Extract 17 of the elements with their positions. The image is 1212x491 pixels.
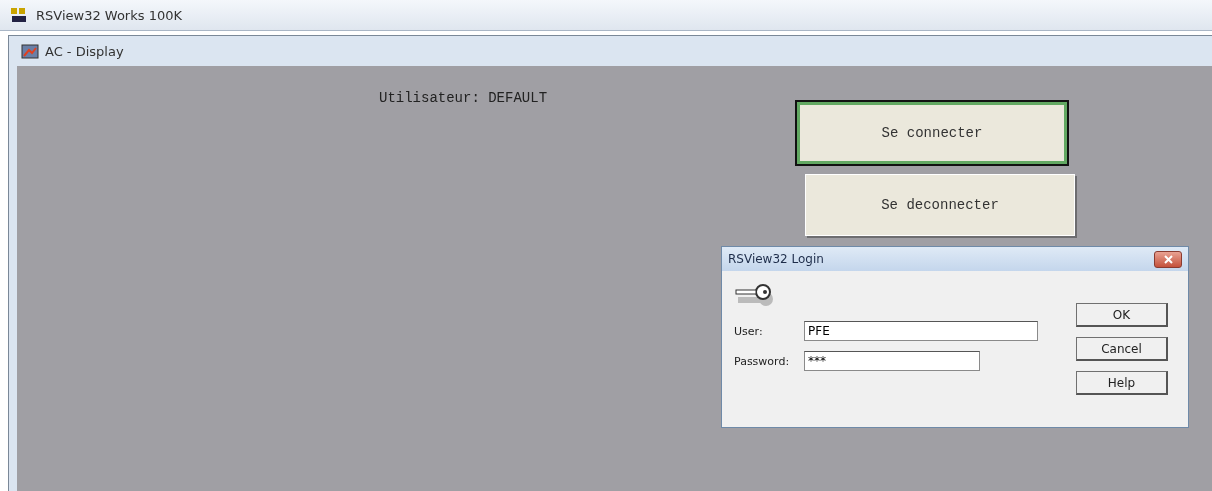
app-title: RSView32 Works 100K — [36, 7, 182, 23]
field-label: User: — [734, 324, 764, 338]
connect-button[interactable]: Se connecter — [797, 102, 1067, 164]
close-icon — [1163, 254, 1173, 264]
window-title: AC - Display — [45, 43, 124, 59]
user-field[interactable]: PFE — [804, 321, 1038, 341]
user-label: Utilisateur: DEFAULT — [379, 90, 548, 106]
close-button[interactable] — [1154, 250, 1182, 268]
display-icon — [21, 43, 39, 59]
field-label: Password: — [734, 354, 791, 368]
app-icon — [10, 6, 28, 24]
dialog-button[interactable]: Help — [1076, 371, 1168, 395]
password-field[interactable]: *** — [804, 351, 980, 371]
dialog-button[interactable]: Cancel — [1076, 337, 1168, 361]
disconnect-button[interactable]: Se deconnecter — [805, 174, 1075, 236]
dialog-button[interactable]: OK — [1076, 303, 1168, 327]
dialog-title: RSView32 Login — [728, 252, 824, 266]
